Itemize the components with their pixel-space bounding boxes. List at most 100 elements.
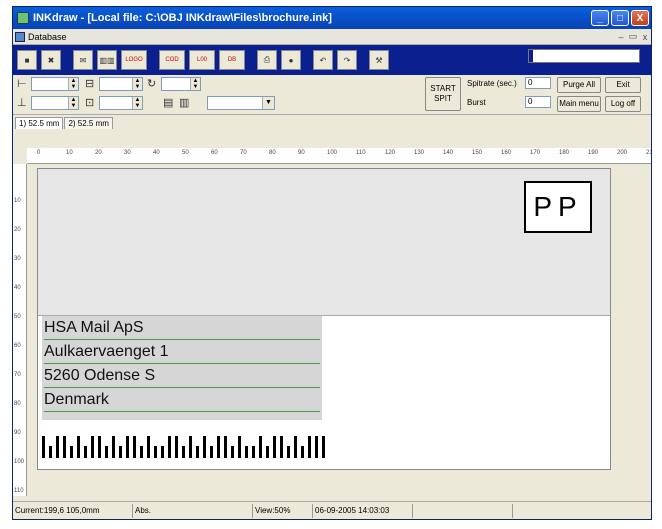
ruler-top-tick: 10 <box>66 150 73 156</box>
spitrate-label: Spitrate (sec.) <box>467 79 517 88</box>
barcode-bar <box>105 446 108 458</box>
doc-restore-button[interactable]: ▭ <box>627 31 639 42</box>
status-mode: Abs. <box>133 503 253 518</box>
ruler-left-tick: 20 <box>14 227 21 233</box>
burst-input[interactable]: 0 <box>525 96 551 108</box>
address-line-4[interactable]: Denmark <box>44 388 320 412</box>
ruler-top-tick: 210 <box>646 150 651 156</box>
settings-button[interactable]: ⚒ <box>369 50 389 70</box>
progress-bar <box>528 49 640 63</box>
spitrate-input[interactable]: 0 <box>525 77 551 89</box>
ruler-top-tick: 170 <box>530 150 541 156</box>
ruler-left-tick: 50 <box>14 314 21 320</box>
db-button[interactable]: DB <box>219 50 245 70</box>
width-icon: ⊡ <box>85 97 95 109</box>
barcode-bar <box>168 436 171 458</box>
ruler-top-tick: 140 <box>443 150 454 156</box>
document-icon <box>15 31 25 42</box>
ruler-top-tick: 30 <box>124 150 131 156</box>
window-title: INKdraw - [Local file: C:\OBJ INKdraw\Fi… <box>33 12 332 24</box>
purge-all-button[interactable]: Purge All <box>557 77 601 93</box>
ruler-left-tick: 70 <box>14 372 21 378</box>
barcode-bar <box>287 446 290 458</box>
stop-button[interactable]: ● <box>281 50 301 70</box>
barcode-bar <box>77 436 80 458</box>
address-block[interactable]: HSA Mail ApS Aulkaervaenget 1 5260 Odens… <box>42 316 322 420</box>
horizontal-ruler: 0 10 20 30 40 50 60 70 80 90 100 110 120 130 140 150 160… <box>27 148 651 164</box>
ruler-top-tick: 200 <box>617 150 628 156</box>
rotation-stepper[interactable]: ▲ ▼ <box>161 77 201 91</box>
address-line-3[interactable]: 5260 Odense S <box>44 364 320 388</box>
x-position-stepper[interactable]: ▲ ▼ <box>31 77 79 91</box>
rotate-icon: ↻ <box>147 78 157 90</box>
barcode-button[interactable]: ▥▥ <box>97 50 117 70</box>
barcode-bar <box>203 436 206 458</box>
status-view: View:50% <box>253 503 313 518</box>
barcode-bar <box>133 436 136 458</box>
barcode-bar <box>154 446 157 458</box>
barcode-bar <box>140 446 143 458</box>
ruler-top-tick: 160 <box>501 150 512 156</box>
save-button[interactable]: ■ <box>17 50 37 70</box>
logo-button[interactable]: LOGO <box>121 50 147 70</box>
doc-minimize-button[interactable]: – <box>615 32 627 42</box>
barcode-bar <box>56 436 59 458</box>
barcode-bar <box>210 446 213 458</box>
tab-page-2[interactable]: 2) 52.5 mm <box>64 117 113 129</box>
main-menu-button[interactable]: Main menu <box>557 96 601 112</box>
width-stepper[interactable]: ▲ ▼ <box>99 96 143 110</box>
barcode-bar <box>42 436 45 458</box>
close-button[interactable]: X <box>631 10 649 26</box>
toolbar: ■ ✖ ✉ ▥▥ LOGO COD L00 DB ⎙ ● ↶ ↷ ⚒ <box>13 45 651 75</box>
ruler-top-tick: 190 <box>588 150 599 156</box>
document-page[interactable]: PP HSA Mail ApS Aulkaervaenget 1 5260 Od… <box>37 168 611 470</box>
undo-button[interactable]: ↶ <box>313 50 333 70</box>
redo-button[interactable]: ↷ <box>337 50 357 70</box>
address-line-1[interactable]: HSA Mail ApS <box>44 316 320 340</box>
ruler-top-tick: 60 <box>211 150 218 156</box>
envelope-button[interactable]: ✉ <box>73 50 93 70</box>
exit-button[interactable]: Exit <box>605 77 641 93</box>
menu-bar: Database – ▭ x <box>13 29 651 45</box>
status-empty-1 <box>413 503 513 518</box>
app-window: INKdraw - [Local file: C:\OBJ INKdraw\Fi… <box>12 6 652 520</box>
ruler-left-tick: 90 <box>14 430 21 436</box>
title-bar[interactable]: INKdraw - [Local file: C:\OBJ INKdraw\Fi… <box>13 7 651 29</box>
minimize-button[interactable]: _ <box>591 10 609 26</box>
postal-barcode[interactable] <box>42 430 329 458</box>
ruler-top-tick: 150 <box>472 150 483 156</box>
status-bar: Current:199,6 105,0mm Abs. View:50% 06-0… <box>13 501 651 519</box>
delete-button[interactable]: ✖ <box>41 50 61 70</box>
l00-button[interactable]: L00 <box>189 50 215 70</box>
address-area[interactable]: HSA Mail ApS Aulkaervaenget 1 5260 Odens… <box>38 315 610 469</box>
height-stepper[interactable]: ▲ ▼ <box>99 77 143 91</box>
barcode-bar <box>217 436 220 458</box>
v-align-icon: ⊥ <box>17 97 27 109</box>
status-current: Current:199,6 105,0mm <box>13 503 133 518</box>
print-button[interactable]: ⎙ <box>257 50 277 70</box>
ruler-left-tick: 100 <box>14 459 25 465</box>
font-select[interactable]: ▼ <box>207 96 275 110</box>
barcode-bar <box>308 436 311 458</box>
address-line-2[interactable]: Aulkaervaenget 1 <box>44 340 320 364</box>
tab-page-1[interactable]: 1) 52.5 mm <box>15 117 64 129</box>
barcode-bar <box>315 436 318 458</box>
barcode-bar <box>322 436 325 458</box>
start-spit-button[interactable]: START SPIT <box>425 77 461 111</box>
barcode-bar <box>182 446 185 458</box>
vertical-ruler: 10 20 30 40 50 60 70 80 90 100 110 <box>13 164 27 496</box>
doc-close-button[interactable]: x <box>639 32 651 42</box>
y-position-stepper[interactable]: ▲ ▼ <box>31 96 79 110</box>
barcode-bar <box>126 436 129 458</box>
postage-stamp[interactable]: PP <box>524 181 592 233</box>
barcode-bar <box>259 436 262 458</box>
maximize-button[interactable]: □ <box>611 10 629 26</box>
ruler-top-tick: 90 <box>298 150 305 156</box>
ruler-left-tick: 80 <box>14 401 21 407</box>
cod-button[interactable]: COD <box>159 50 185 70</box>
app-icon <box>17 12 29 24</box>
menu-database[interactable]: Database <box>28 32 67 42</box>
barcode-bar <box>91 436 94 458</box>
log-off-button[interactable]: Log off <box>605 96 641 112</box>
canvas[interactable]: PP HSA Mail ApS Aulkaervaenget 1 5260 Od… <box>27 164 651 496</box>
